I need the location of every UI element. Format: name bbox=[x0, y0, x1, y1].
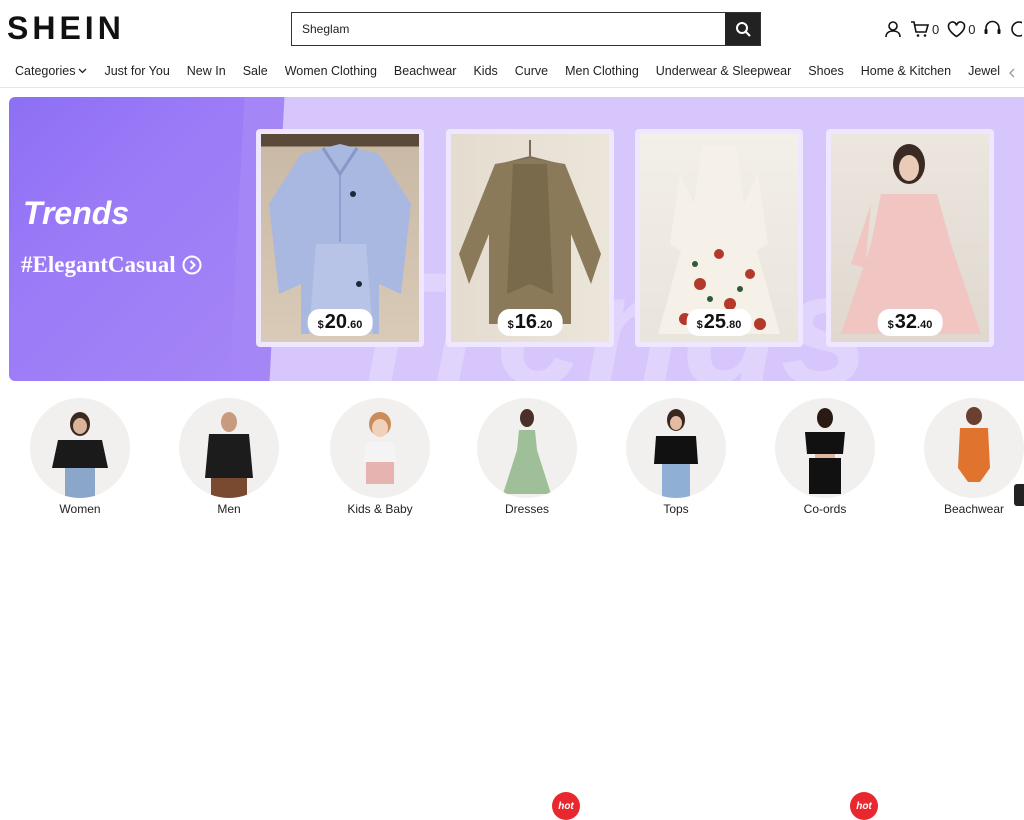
product-card[interactable]: $32.40 bbox=[826, 129, 994, 347]
nav-item-shoes[interactable]: Shoes bbox=[808, 64, 843, 78]
category-image bbox=[30, 398, 130, 498]
product-card[interactable]: $25.80 bbox=[635, 129, 803, 347]
cart-icon bbox=[911, 21, 930, 37]
price-tag: $25.80 bbox=[686, 309, 752, 336]
side-widget-button[interactable] bbox=[1014, 484, 1024, 506]
category-label: Dresses bbox=[504, 502, 549, 516]
category-tops[interactable]: Tops bbox=[626, 398, 726, 516]
category-nav: Categories Just for You New In Sale Wome… bbox=[0, 58, 1024, 88]
nav-item-underwear-sleepwear[interactable]: Underwear & Sleepwear bbox=[656, 64, 792, 78]
category-circles: Women Men Kids & Baby Dresses hot Tops C… bbox=[0, 392, 1024, 820]
product-card[interactable]: $20.60 bbox=[256, 129, 424, 347]
search-button[interactable] bbox=[725, 13, 760, 45]
category-dresses[interactable]: Dresses bbox=[477, 398, 577, 516]
heart-icon bbox=[947, 20, 966, 37]
product-image: $25.80 bbox=[640, 134, 798, 342]
cart-count: 0 bbox=[932, 21, 940, 37]
nav-item-beachwear[interactable]: Beachwear bbox=[394, 64, 457, 78]
product-image: $20.60 bbox=[261, 134, 419, 342]
category-label: Tops bbox=[663, 502, 689, 516]
category-label: Beachwear bbox=[943, 502, 1005, 516]
banner-left-panel bbox=[9, 97, 259, 381]
category-image bbox=[477, 398, 577, 498]
product-image: $32.40 bbox=[831, 134, 989, 342]
product-image: $16.20 bbox=[451, 134, 609, 342]
category-label: Kids & Baby bbox=[347, 502, 413, 516]
account-button[interactable] bbox=[884, 20, 902, 38]
price-tag: $32.40 bbox=[877, 309, 943, 336]
nav-item-sale[interactable]: Sale bbox=[243, 64, 268, 78]
search-bar bbox=[291, 12, 761, 46]
category-image bbox=[775, 398, 875, 498]
logo[interactable]: SHEIN bbox=[7, 10, 125, 47]
banner-title: Trends bbox=[23, 195, 130, 231]
nav-item-just-for-you[interactable]: Just for You bbox=[104, 64, 169, 78]
nav-item-home-kitchen[interactable]: Home & Kitchen bbox=[861, 64, 951, 78]
category-label: Men bbox=[217, 502, 241, 516]
category-label: Co-ords bbox=[803, 502, 847, 516]
wishlist-count: 0 bbox=[968, 21, 976, 37]
banner-hashtag[interactable]: #ElegantCasual bbox=[21, 252, 202, 278]
user-icon bbox=[885, 21, 901, 38]
category-co-ords[interactable]: Co-ords bbox=[775, 398, 875, 516]
category-men[interactable]: Men bbox=[179, 398, 279, 516]
globe-button[interactable] bbox=[1010, 20, 1023, 38]
chevron-left-icon bbox=[1009, 68, 1015, 78]
trends-banner[interactable]: Trends Trends #ElegantCasual $20.60 bbox=[9, 97, 1024, 381]
nav-item-kids[interactable]: Kids bbox=[473, 64, 497, 78]
category-image bbox=[924, 398, 1024, 498]
search-input[interactable] bbox=[292, 13, 725, 45]
category-women[interactable]: Women bbox=[30, 398, 130, 516]
header-icons: 0 0 bbox=[884, 17, 1023, 41]
nav-item-new-in[interactable]: New In bbox=[187, 64, 226, 78]
category-label: Women bbox=[59, 502, 101, 516]
nav-item-men-clothing[interactable]: Men Clothing bbox=[565, 64, 639, 78]
nav-scroll-button[interactable] bbox=[1000, 58, 1024, 87]
category-image bbox=[330, 398, 430, 498]
product-card[interactable]: $16.20 bbox=[446, 129, 614, 347]
price-tag: $16.20 bbox=[497, 309, 563, 336]
cart-button[interactable]: 0 bbox=[910, 20, 939, 38]
wishlist-button[interactable]: 0 bbox=[947, 20, 976, 38]
category-image bbox=[626, 398, 726, 498]
hot-badge: hot bbox=[850, 792, 878, 820]
support-button[interactable] bbox=[983, 20, 1002, 38]
header: SHEIN 0 0 bbox=[0, 0, 1024, 58]
nav-item-curve[interactable]: Curve bbox=[515, 64, 548, 78]
globe-icon bbox=[1011, 21, 1023, 37]
price-tag: $20.60 bbox=[307, 309, 373, 336]
nav-item-categories[interactable]: Categories bbox=[15, 64, 87, 78]
search-icon bbox=[735, 22, 751, 37]
support-icon bbox=[984, 20, 1001, 34]
arrow-circle-right-icon bbox=[182, 255, 202, 275]
category-kids-baby[interactable]: Kids & Baby bbox=[330, 398, 430, 516]
nav-item-women-clothing[interactable]: Women Clothing bbox=[285, 64, 377, 78]
chevron-down-icon bbox=[78, 68, 87, 74]
category-image bbox=[179, 398, 279, 498]
hot-badge: hot bbox=[552, 792, 580, 820]
category-beachwear[interactable]: Beachwear bbox=[924, 398, 1024, 516]
